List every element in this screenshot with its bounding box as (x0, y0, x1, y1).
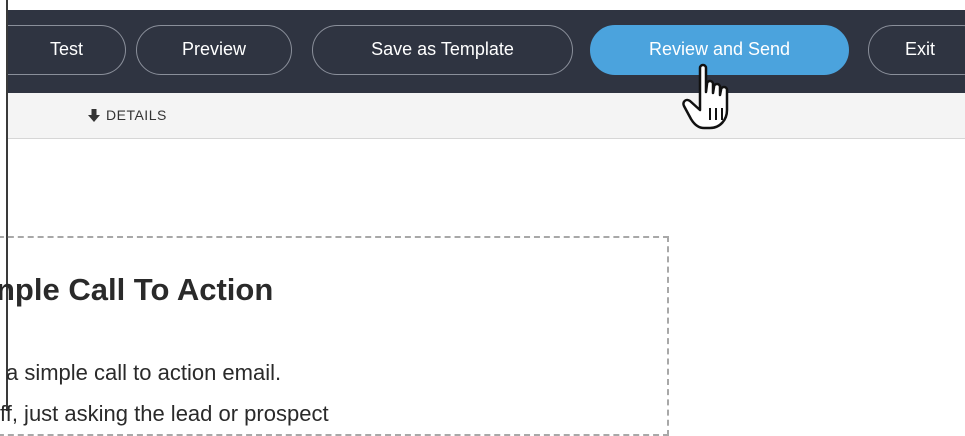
details-toggle[interactable]: DETAILS (88, 107, 167, 123)
exit-button[interactable]: Exit (868, 25, 965, 75)
preview-button[interactable]: Preview (136, 25, 292, 75)
toolbar-top-strip (8, 0, 965, 10)
email-canvas: nple Call To Action a simple call to act… (0, 139, 965, 436)
review-and-send-button[interactable]: Review and Send (590, 25, 849, 75)
email-body-line: ff, just asking the lead or prospect (0, 401, 329, 426)
details-label: DETAILS (106, 107, 167, 123)
details-bar: DETAILS (8, 93, 965, 139)
test-button[interactable]: Test (8, 25, 126, 75)
email-heading: nple Call To Action (0, 272, 274, 307)
arrow-down-icon (88, 108, 100, 122)
email-body-line: a simple call to action email. (6, 360, 282, 385)
editor-toolbar: Test Preview Save as Template Review and… (8, 0, 965, 93)
save-as-template-button[interactable]: Save as Template (312, 25, 573, 75)
